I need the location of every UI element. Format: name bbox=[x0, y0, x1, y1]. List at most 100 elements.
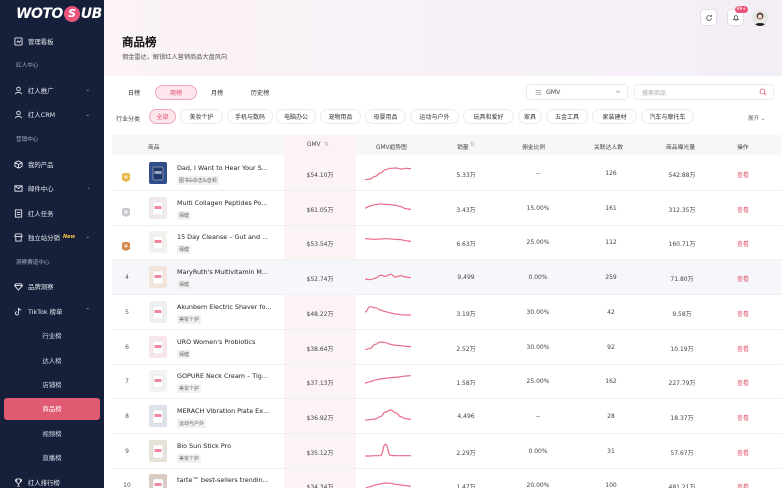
product-thumbnail[interactable] bbox=[149, 370, 167, 393]
view-link[interactable]: 查看 bbox=[737, 170, 749, 179]
product-name[interactable]: Bio Sun Stick Pro bbox=[177, 442, 275, 450]
gmv-value: $38.64万 bbox=[306, 345, 334, 353]
view-link[interactable]: 查看 bbox=[737, 378, 749, 387]
category-chip[interactable]: 手机与数码 bbox=[227, 109, 273, 124]
sidebar-item[interactable]: 红人推广 ⌄ bbox=[0, 79, 104, 101]
view-link[interactable]: 查看 bbox=[737, 482, 749, 488]
category-chip[interactable]: 电脑办公 bbox=[276, 109, 316, 124]
search-icon[interactable] bbox=[759, 88, 767, 96]
sidebar-item[interactable]: 红人任务 bbox=[0, 202, 104, 224]
sidebar-subitem[interactable]: 视频榜 bbox=[0, 422, 104, 444]
view-link[interactable]: 查看 bbox=[737, 413, 749, 422]
product-name[interactable]: GOPURE Neck Cream – Tig... bbox=[177, 372, 275, 380]
sidebar-item[interactable]: 独立站分销 New ⌄ bbox=[0, 226, 104, 248]
category-chip[interactable]: 母婴用品 bbox=[365, 109, 406, 124]
diamond-icon bbox=[14, 283, 23, 292]
product-image bbox=[152, 374, 164, 389]
view-link[interactable]: 查看 bbox=[737, 239, 749, 248]
table-header-cell[interactable]: GMV趋势图 bbox=[376, 142, 407, 151]
category-label: 行业分类 bbox=[116, 116, 141, 123]
sidebar-subitem[interactable]: 店铺榜 bbox=[0, 373, 104, 395]
notification-button[interactable]: 99+ bbox=[727, 6, 748, 26]
category-chip[interactable]: 五金工具 bbox=[546, 109, 588, 124]
avatar[interactable] bbox=[752, 10, 768, 26]
logo[interactable]: WOTO S UB bbox=[16, 6, 102, 22]
table-header-cell[interactable]: 佣金比例 bbox=[522, 142, 545, 151]
sidebar-item[interactable]: 红人CRM ⌄ bbox=[0, 104, 104, 126]
view-link[interactable]: 查看 bbox=[737, 274, 749, 283]
trend-line bbox=[365, 167, 411, 181]
chevron-icon: ⌄ bbox=[85, 234, 90, 241]
category-chip[interactable]: 汽车与摩托车 bbox=[641, 109, 694, 124]
sidebar-subitem[interactable]: 直播榜 bbox=[0, 447, 104, 469]
product-name[interactable]: MERACH Vibration Plate Ex... bbox=[177, 407, 275, 415]
sidebar-item[interactable]: 品牌洞察 bbox=[0, 276, 104, 298]
sidebar-subitem-label: 达人榜 bbox=[42, 356, 62, 365]
product-name[interactable]: 15 Day Cleanse – Gut and ... bbox=[177, 233, 275, 241]
metric-select[interactable]: GMV bbox=[526, 84, 628, 100]
gmv-trend-chart bbox=[365, 238, 411, 243]
product-name[interactable]: Akunbem Electric Shaver fo... bbox=[177, 303, 275, 311]
product-name[interactable]: URO Women's Probiotics bbox=[177, 338, 275, 346]
product-thumbnail[interactable] bbox=[149, 266, 167, 289]
sidebar-item[interactable]: 红人排行榜 bbox=[0, 471, 104, 488]
view-link[interactable]: 查看 bbox=[737, 448, 749, 457]
product-name[interactable]: tarte™ best-sellers trendin... bbox=[177, 476, 275, 484]
product-thumbnail[interactable] bbox=[149, 439, 167, 462]
product-thumbnail[interactable] bbox=[149, 335, 167, 358]
chevron-down-icon: ⌄ bbox=[760, 116, 766, 122]
notification-count: 99+ bbox=[734, 6, 748, 13]
view-link[interactable]: 查看 bbox=[737, 205, 749, 214]
sort-icon[interactable]: ⇅ bbox=[470, 142, 475, 148]
refresh-button[interactable] bbox=[700, 9, 717, 26]
tab-2[interactable]: 月榜 bbox=[197, 85, 237, 100]
sort-icon[interactable]: ⇅ bbox=[324, 142, 329, 148]
rank-number: 6 bbox=[125, 343, 129, 351]
product-thumbnail[interactable] bbox=[149, 196, 167, 219]
sales-value: 1.47万 bbox=[456, 484, 476, 488]
table-header-cell[interactable]: GMV bbox=[307, 142, 320, 148]
exposure-value: 10.19万 bbox=[670, 345, 694, 353]
sidebar-item[interactable]: 邮件中心 › bbox=[0, 178, 104, 200]
category-chip[interactable]: 家具 bbox=[518, 109, 542, 124]
table-header-cell[interactable]: 关联达人数 bbox=[594, 142, 623, 151]
sidebar-subitem[interactable]: 行业榜 bbox=[0, 325, 104, 347]
sidebar-section-label: 洞察赛道中心 bbox=[16, 259, 50, 266]
category-chip[interactable]: 全部 bbox=[149, 109, 176, 124]
tab-3[interactable]: 历史榜 bbox=[239, 85, 281, 100]
category-chip[interactable]: 运动与户外 bbox=[410, 109, 459, 124]
view-link[interactable]: 查看 bbox=[737, 309, 749, 318]
sidebar-item[interactable]: 管理看板 bbox=[0, 30, 104, 52]
sidebar-item[interactable]: TikTok 榜单 ⌃ bbox=[0, 300, 104, 322]
product-category-tag: 美妆个护 bbox=[177, 384, 202, 394]
creator-count: 92 bbox=[607, 343, 615, 351]
table-header-cell[interactable]: 销量 bbox=[457, 142, 469, 151]
tab-1[interactable]: 周榜 bbox=[155, 85, 197, 100]
gmv-trend-chart bbox=[365, 167, 411, 181]
trend-line bbox=[365, 305, 411, 316]
sidebar-item[interactable]: 我的产品 bbox=[0, 153, 104, 175]
search-input[interactable]: 搜索商品 bbox=[634, 84, 774, 100]
category-chip[interactable]: 家装建材 bbox=[592, 109, 637, 124]
rank-number: 5 bbox=[125, 308, 129, 316]
product-thumbnail[interactable] bbox=[149, 231, 167, 254]
product-name[interactable]: Dad, I Want to Hear Your S... bbox=[177, 164, 275, 172]
sidebar-subitem[interactable]: 商品榜 bbox=[4, 397, 100, 420]
product-thumbnail[interactable] bbox=[149, 474, 167, 488]
category-chip[interactable]: 玩具和爱好 bbox=[463, 109, 514, 124]
expand-categories[interactable]: 展开 ⌄ bbox=[748, 114, 765, 122]
category-chip[interactable]: 宠物用品 bbox=[320, 109, 361, 124]
product-thumbnail[interactable] bbox=[149, 300, 167, 323]
view-link[interactable]: 查看 bbox=[737, 344, 749, 353]
product-thumbnail[interactable] bbox=[149, 404, 167, 427]
tab-0[interactable]: 日榜 bbox=[114, 85, 154, 100]
product-thumbnail[interactable] bbox=[149, 162, 167, 184]
product-name[interactable]: MaryRuth's Multivitamin M... bbox=[177, 268, 275, 276]
category-chip[interactable]: 美妆个护 bbox=[180, 109, 223, 124]
gmv-trend-chart bbox=[365, 375, 411, 384]
exposure-value: 57.67万 bbox=[670, 449, 694, 457]
logo-text-right: UB bbox=[80, 6, 103, 22]
table-header-cell[interactable]: 商品曝光量 bbox=[666, 142, 695, 151]
sidebar-subitem[interactable]: 达人榜 bbox=[0, 349, 104, 371]
product-name[interactable]: Multi Collagen Peptides Po... bbox=[177, 199, 275, 207]
